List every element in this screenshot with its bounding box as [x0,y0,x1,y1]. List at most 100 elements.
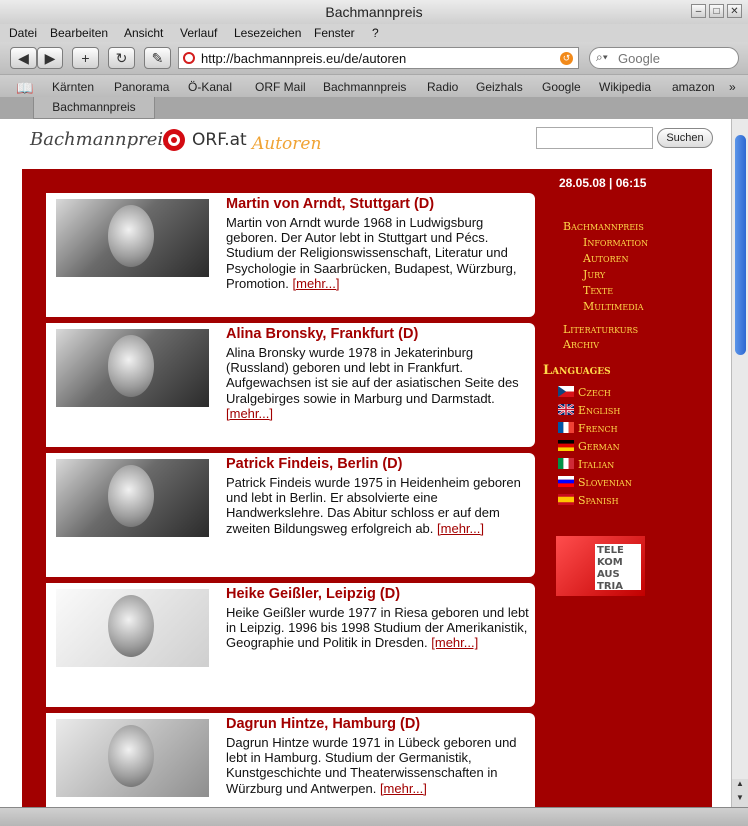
tab-bachmannpreis[interactable]: Bachmannpreis [33,97,155,119]
nav-multimedia[interactable]: Multimedia [583,300,644,313]
nav-literaturkurs[interactable]: Literaturkurs [563,323,638,336]
bookmark-google[interactable]: Google [542,80,581,94]
menu-bar: Datei Bearbeiten Ansicht Verlauf Lesezei… [0,24,748,42]
forward-button[interactable]: ▶ [37,47,63,69]
bookmarks-book-icon[interactable]: 📖 [16,80,33,97]
menu-lesezeichen[interactable]: Lesezeichen [234,26,301,40]
telekom-austria-banner[interactable]: TELE KOM AUS TRIA [556,536,645,596]
pencil-icon: ✎ [151,50,164,66]
bookmark-radio[interactable]: Radio [427,80,458,94]
lang-italian[interactable]: Italian [578,458,614,471]
back-button[interactable]: ◀ [10,47,37,69]
nav-autoren[interactable]: Autoren [583,252,628,265]
bookmark-geizhals[interactable]: Geizhals [476,80,523,94]
lang-slovenian[interactable]: Slovenian [578,476,632,489]
author-photo[interactable] [56,589,209,667]
author-name[interactable]: Martin von Arndt, Stuttgart (D) [226,196,434,212]
bookmark-amazon[interactable]: amazon [672,80,715,94]
menu-datei[interactable]: Datei [9,26,37,40]
bookmark-wikipedia[interactable]: Wikipedia [599,80,651,94]
author-name[interactable]: Alina Bronsky, Frankfurt (D) [226,326,418,342]
nav-information[interactable]: Information [583,236,648,249]
more-link[interactable]: [mehr...] [226,406,273,421]
author-name[interactable]: Patrick Findeis, Berlin (D) [226,456,402,472]
author-name[interactable]: Dagrun Hintze, Hamburg (D) [226,716,420,732]
nav-archiv[interactable]: Archiv [563,338,599,351]
maximize-button[interactable]: □ [709,4,724,18]
slovenia-flag-icon [558,476,574,487]
forward-arrow-icon: ▶ [44,50,56,66]
bookmark-oe-kanal[interactable]: Ö-Kanal [188,80,232,94]
author-photo[interactable] [56,719,209,797]
web-page: Bachmannpreis ORF.at Autoren Suchen Mart… [0,119,731,807]
bookmark-kaernten[interactable]: Kärnten [52,80,94,94]
france-flag-icon [558,422,574,433]
bachmannpreis-logo[interactable]: Bachmannpreis [30,129,185,151]
bookmarks-bar: 📖 Kärnten Panorama Ö-Kanal ORF Mail Bach… [0,74,748,97]
reload-button[interactable]: ↻ [108,47,135,69]
nav-jury[interactable]: Jury [583,268,605,281]
minimize-button[interactable]: – [691,4,706,18]
plus-icon: + [81,50,90,66]
lang-spanish[interactable]: Spanish [578,494,619,507]
germany-flag-icon [558,440,574,451]
author-bio: Alina Bronsky wurde 1978 in Jekaterinbur… [226,345,519,421]
close-button[interactable]: ✕ [727,4,742,18]
menu-bearbeiten[interactable]: Bearbeiten [50,26,108,40]
nav-bachmannpreis[interactable]: Bachmannpreis [563,220,644,233]
site-search-button[interactable]: Suchen [657,128,713,148]
languages-heading: Languages [543,363,611,378]
author-photo[interactable] [56,459,209,537]
site-search-input[interactable] [536,127,653,149]
author-bio: Patrick Findeis wurde 1975 in Heidenheim… [226,475,521,536]
scroll-down-icon[interactable]: ▼ [732,793,748,807]
more-link[interactable]: [mehr...] [431,635,478,650]
author-card: Martin von Arndt, Stuttgart (D) Martin v… [46,193,535,317]
author-card: Dagrun Hintze, Hamburg (D) Dagrun Hintze… [46,713,535,807]
menu-fenster[interactable]: Fenster [314,26,355,40]
author-bio: Martin von Arndt wurde 1968 in Ludwigsbu… [226,215,517,291]
orf-at-link[interactable]: ORF.at [192,130,247,150]
menu-verlauf[interactable]: Verlauf [180,26,217,40]
author-photo[interactable] [56,329,209,407]
telekom-logo-text: TELE KOM AUS TRIA [595,544,641,592]
author-card: Alina Bronsky, Frankfurt (D) Alina Brons… [46,323,535,447]
czech-flag-icon [558,386,574,397]
edit-button[interactable]: ✎ [144,47,171,69]
author-bio: Heike Geißler wurde 1977 in Riesa gebore… [226,605,529,651]
rss-icon[interactable]: ↺ [560,52,573,65]
back-arrow-icon: ◀ [18,50,29,66]
scrollbar-thumb[interactable] [735,135,746,355]
spain-flag-icon [558,494,574,505]
address-bar[interactable]: http://bachmannpreis.eu/de/autoren ↺ [178,47,579,69]
scroll-up-icon[interactable]: ▲ [732,779,748,793]
more-link[interactable]: [mehr...] [293,276,340,291]
bookmark-panorama[interactable]: Panorama [114,80,169,94]
menu-help[interactable]: ? [372,26,379,40]
nav-texte[interactable]: Texte [583,284,613,297]
bookmarks-overflow-icon[interactable]: » [729,80,736,94]
lang-english[interactable]: English [578,404,620,417]
logo-text: Bachmannpreis [30,129,173,150]
author-bio: Dagrun Hintze wurde 1971 in Lübeck gebor… [226,735,517,796]
lang-czech[interactable]: Czech [578,386,611,399]
vertical-scrollbar[interactable]: ▲ ▼ [731,119,748,807]
lang-french[interactable]: French [578,422,618,435]
bookmark-bachmannpreis[interactable]: Bachmannpreis [323,80,406,94]
bookmark-orf-mail[interactable]: ORF Mail [255,80,306,94]
search-icon: ⌕▾ [596,50,608,64]
address-url[interactable]: http://bachmannpreis.eu/de/autoren [201,51,406,66]
site-favicon-icon [183,52,195,64]
author-photo[interactable] [56,199,209,277]
search-box[interactable]: ⌕▾ [589,47,739,69]
author-name[interactable]: Heike Geißler, Leipzig (D) [226,586,400,602]
title-bar: Bachmannpreis – □ ✕ [0,0,748,25]
search-input[interactable] [616,50,730,67]
add-bookmark-button[interactable]: + [72,47,99,69]
more-link[interactable]: [mehr...] [437,521,484,536]
lang-german[interactable]: German [578,440,620,453]
toolbar: ◀ ▶ + ↻ ✎ http://bachmannpreis.eu/de/aut… [0,42,748,74]
window-title: Bachmannpreis [325,4,423,20]
menu-ansicht[interactable]: Ansicht [124,26,163,40]
more-link[interactable]: [mehr...] [380,781,427,796]
